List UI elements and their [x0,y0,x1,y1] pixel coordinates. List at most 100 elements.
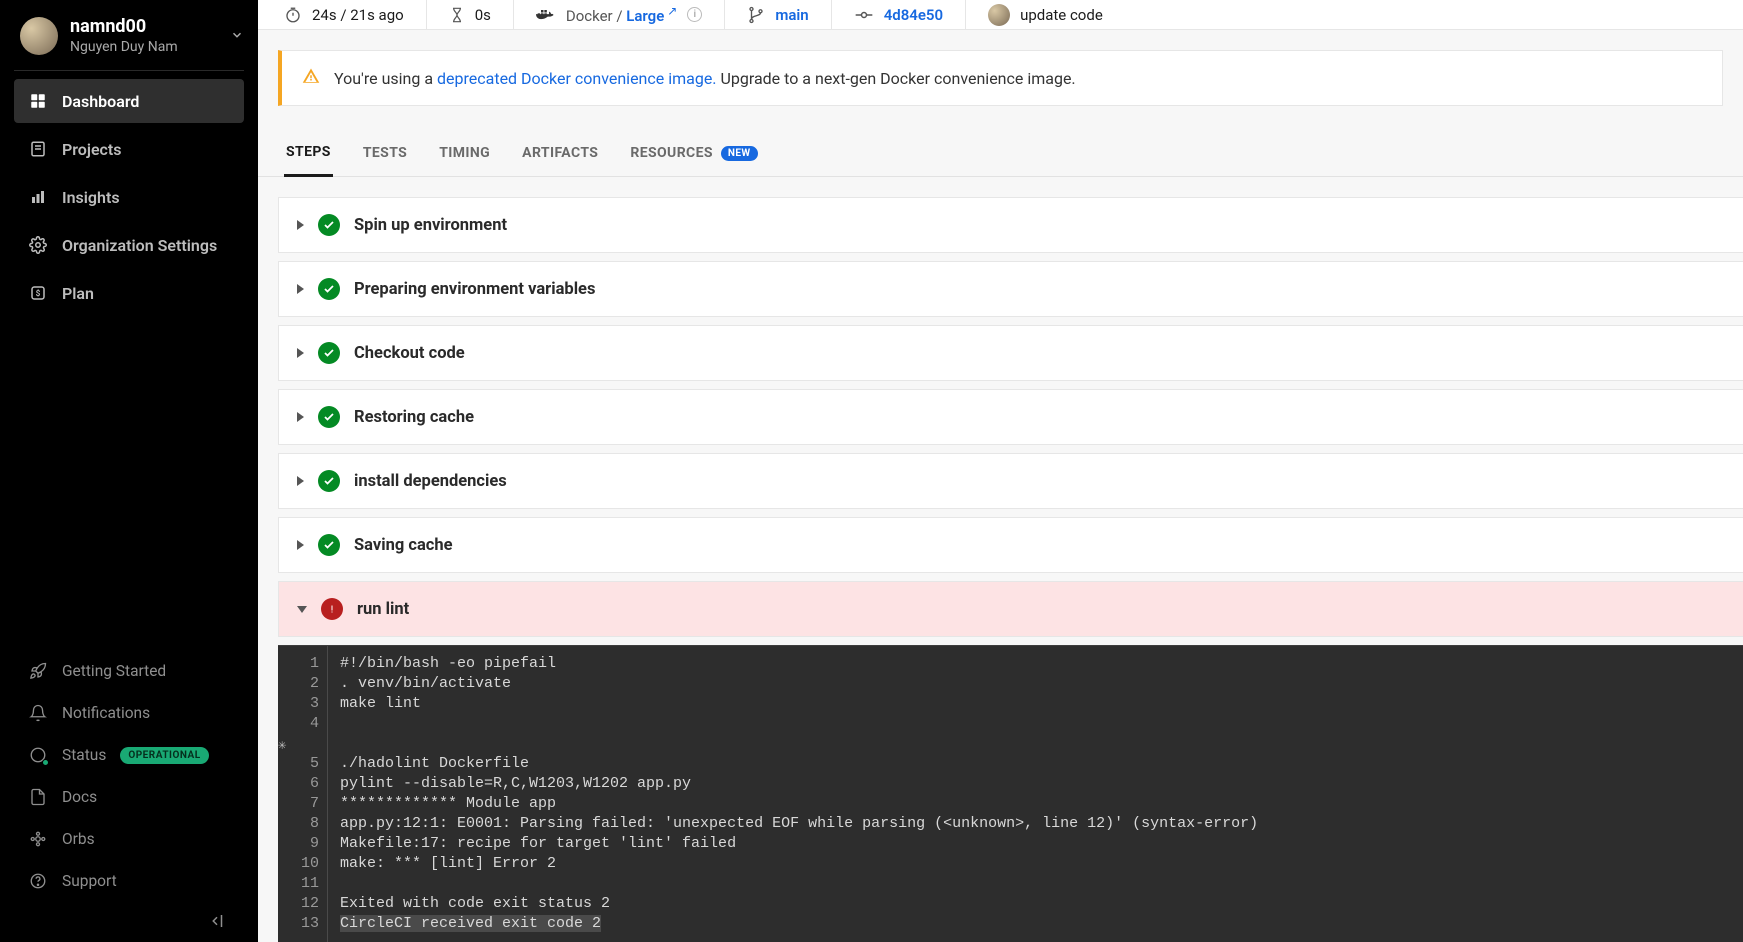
docker-icon [536,7,556,23]
step-name: install dependencies [354,472,507,491]
external-link-icon: ↗ [664,4,677,18]
nav-insights[interactable]: Insights [14,175,244,219]
console-output: 12345678910111213 #!/bin/bash -eo pipefa… [278,645,1743,942]
tab-label: ARTIFACTS [522,145,598,161]
tab-steps[interactable]: STEPS [284,130,333,177]
nav-notifications[interactable]: Notifications [14,692,244,734]
caret-right-icon [297,220,304,230]
failure-icon [321,598,343,620]
step-name: Saving cache [354,536,453,555]
primary-nav: Dashboard Projects Insights Organization… [0,79,258,319]
meta-commit[interactable]: 4d84e50 [832,0,966,29]
dashboard-icon [28,91,48,111]
job-meta-bar: 24s / 21s ago 0s Docker / Large ↗ i main… [258,0,1743,30]
stopwatch-icon [284,6,302,24]
step-row[interactable]: Spin up environment [278,197,1743,253]
projects-icon [28,139,48,159]
meta-duration: 24s / 21s ago [262,0,427,29]
step-name: Preparing environment variables [354,280,595,299]
step-name: run lint [357,600,409,619]
steps-list: Spin up environment Preparing environment… [258,177,1743,645]
step-row[interactable]: Saving cache [278,517,1743,573]
step-name: Spin up environment [354,216,507,235]
rocket-icon [28,661,48,681]
meta-executor[interactable]: Docker / Large ↗ i [514,0,725,29]
new-badge: NEW [721,146,758,161]
job-tabs: STEPS TESTS TIMING ARTIFACTS RESOURCES N… [258,130,1743,177]
commit-message: update code [1020,6,1103,24]
svg-text:$: $ [36,288,41,299]
step-row[interactable]: Preparing environment variables [278,261,1743,317]
user-name: namnd00 [70,16,178,39]
deprecated-image-banner: You're using a deprecated Docker conveni… [278,50,1723,106]
nav-org-settings[interactable]: Organization Settings [14,223,244,267]
nav-label: Insights [62,188,120,207]
tab-label: TESTS [363,145,407,161]
nav-status[interactable]: Status OPERATIONAL [14,734,244,776]
label: Docs [62,788,97,806]
commit-link[interactable]: 4d84e50 [884,6,943,24]
sidebar: namnd00 Nguyen Duy Nam Dashboard Project… [0,0,258,942]
success-icon [318,470,340,492]
step-row[interactable]: install dependencies [278,453,1743,509]
nav-docs[interactable]: Docs [14,776,244,818]
plan-icon: $ [28,283,48,303]
status-badge: OPERATIONAL [120,747,208,764]
tab-artifacts[interactable]: ARTIFACTS [520,131,600,175]
tab-label: STEPS [286,144,331,160]
status-icon [28,745,48,765]
collapse-sidebar-icon[interactable] [208,912,226,934]
nav-support[interactable]: Support [14,860,244,902]
caret-right-icon [297,284,304,294]
meta-branch[interactable]: main [725,0,831,29]
step-name: Checkout code [354,344,465,363]
console-code[interactable]: #!/bin/bash -eo pipefail. venv/bin/activ… [328,646,1743,942]
tab-label: RESOURCES [630,145,713,161]
success-icon [318,534,340,556]
step-row[interactable]: run lint [278,581,1743,637]
executor-size-link[interactable]: Large [626,7,664,25]
label: Support [62,872,117,890]
tab-resources[interactable]: RESOURCES NEW [628,131,759,175]
success-icon [318,406,340,428]
user-fullname: Nguyen Duy Nam [70,39,178,57]
nav-dashboard[interactable]: Dashboard [14,79,244,123]
user-avatar [20,17,58,55]
help-icon [28,871,48,891]
main-content: 24s / 21s ago 0s Docker / Large ↗ i main… [258,0,1743,942]
chevron-down-icon [230,27,244,46]
nav-orbs[interactable]: Orbs [14,818,244,860]
meta-queued: 0s [427,0,514,29]
info-icon[interactable]: i [687,7,702,22]
label: Notifications [62,704,150,722]
hourglass-icon [449,6,465,24]
insights-icon [28,187,48,207]
docs-icon [28,787,48,807]
caret-right-icon [297,476,304,486]
nav-label: Plan [62,284,94,303]
user-switcher[interactable]: namnd00 Nguyen Duy Nam [0,6,258,70]
caret-right-icon [297,412,304,422]
nav-label: Projects [62,140,122,159]
warning-icon [302,67,320,89]
banner-link[interactable]: deprecated Docker convenience image. [437,69,717,88]
step-row[interactable]: Restoring cache [278,389,1743,445]
caret-down-icon [297,606,307,613]
tab-tests[interactable]: TESTS [361,131,409,175]
label: Orbs [62,830,95,848]
gear-icon [28,235,48,255]
branch-icon [747,6,765,24]
tab-timing[interactable]: TIMING [437,131,492,175]
step-row[interactable]: Checkout code [278,325,1743,381]
nav-projects[interactable]: Projects [14,127,244,171]
caret-right-icon [297,540,304,550]
nav-label: Dashboard [62,92,139,111]
label: Status [62,746,106,764]
commit-icon [854,9,874,21]
nav-getting-started[interactable]: Getting Started [14,650,244,692]
author-avatar [988,4,1010,26]
sidebar-bottom: Getting Started Notifications Status OPE… [0,650,258,936]
meta-message: update code [966,0,1125,29]
branch-link[interactable]: main [775,6,808,24]
nav-plan[interactable]: $ Plan [14,271,244,315]
